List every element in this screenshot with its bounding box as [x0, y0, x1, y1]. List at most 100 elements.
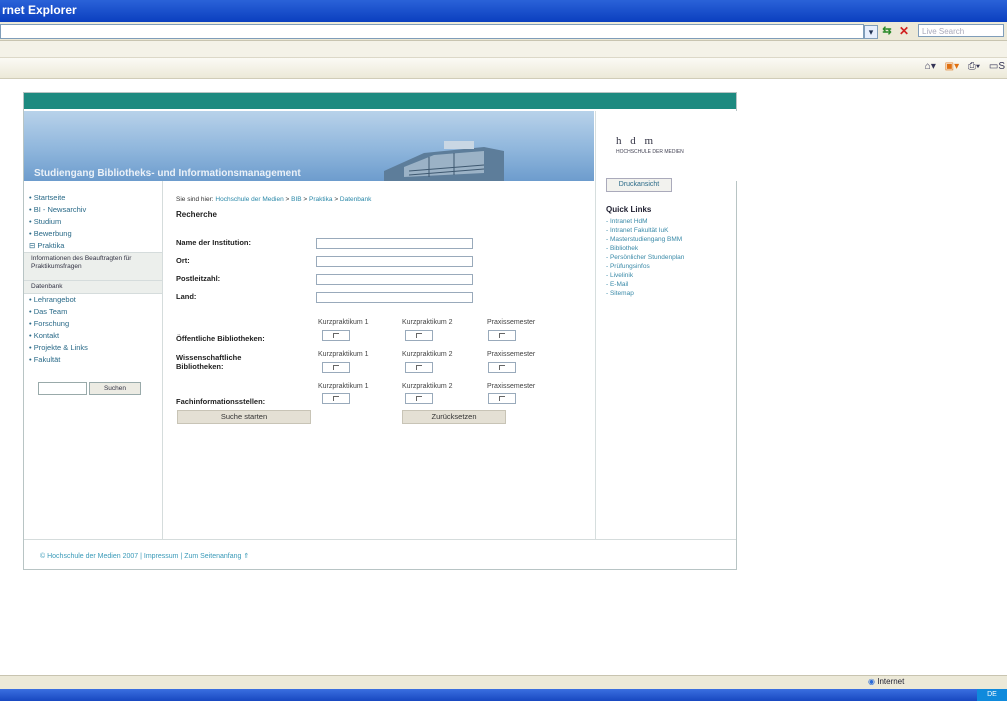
feeds-icon[interactable]: ▣▾: [945, 61, 959, 72]
status-zone-label: Internet: [877, 677, 905, 686]
sidebar-subitem-datenbank[interactable]: Datenbank: [24, 280, 162, 294]
breadcrumb-hdm[interactable]: Hochschule der Medien: [215, 196, 283, 203]
print-view-button[interactable]: Druckansicht: [606, 178, 672, 192]
favorites-bar: [0, 41, 1007, 58]
refresh-icon[interactable]: ⇆: [880, 25, 894, 37]
fachinformationsstellen-label: Fachinformationsstellen:: [176, 397, 266, 406]
dropdown-arrow-icon[interactable]: ▾: [864, 25, 878, 39]
breadcrumb-praktika[interactable]: Praktika: [309, 196, 332, 203]
sidebar-item-praktika[interactable]: ⊟ Praktika: [29, 241, 64, 250]
logo-area: h d m HOCHSCHULE DER MEDIEN: [595, 111, 737, 181]
oeffentliche-bibliotheken-label: Öffentliche Bibliotheken:: [176, 334, 265, 343]
window-title: rnet Explorer: [2, 3, 77, 17]
address-bar: ▾ ⇆ ✕ Live Search: [0, 22, 1007, 41]
column-header-praxissemester: Praxissemester: [487, 383, 536, 390]
ort-label: Ort:: [176, 256, 190, 265]
search-submit-button[interactable]: Suche starten: [177, 410, 311, 424]
institution-input[interactable]: [316, 238, 473, 249]
home-icon[interactable]: ⌂▾: [925, 61, 936, 72]
breadcrumb-separator: >: [285, 196, 290, 203]
checkbox-wiss-kurz2[interactable]: [405, 362, 433, 373]
breadcrumb-datenbank[interactable]: Datenbank: [340, 196, 371, 203]
sidebar-item-kontakt[interactable]: • Kontakt: [29, 331, 59, 340]
page-icon[interactable]: ▭S: [989, 61, 1005, 72]
top-band: [24, 93, 736, 109]
wissenschaftliche-bibliotheken-label: Wissenschaftliche Bibliotheken:: [176, 353, 242, 371]
quick-link-intranet-iuk[interactable]: - Intranet Fakultät IuK: [606, 227, 669, 234]
sidebar-item-studium[interactable]: • Studium: [29, 217, 61, 226]
web-page: Studiengang Bibliotheks- und Information…: [23, 92, 737, 570]
banner-title: Studiengang Bibliotheks- und Information…: [34, 168, 301, 179]
land-label: Land:: [176, 292, 197, 301]
system-tray[interactable]: DE: [977, 689, 1007, 701]
main-content: Sie sind hier: Hochschule der Medien > B…: [176, 181, 596, 539]
column-header-kurzpraktikum-2: Kurzpraktikum 2: [402, 319, 453, 326]
quick-link-bibliothek[interactable]: - Bibliothek: [606, 245, 638, 252]
windows-taskbar: DE: [0, 689, 1007, 701]
checkbox-oeff-kurz1[interactable]: [322, 330, 350, 341]
quick-link-sitemap[interactable]: - Sitemap: [606, 290, 634, 297]
hdm-logo[interactable]: h d m: [616, 135, 656, 147]
column-header-kurzpraktikum-2: Kurzpraktikum 2: [402, 351, 453, 358]
quick-link-pruefungsinfos[interactable]: - Prüfungsinfos: [606, 263, 650, 270]
page-footer: © Hochschule der Medien 2007 | Impressum…: [24, 539, 736, 570]
address-input[interactable]: [0, 24, 864, 39]
quick-link-master-bmm[interactable]: - Masterstudiengang BMM: [606, 236, 682, 243]
page-title: Recherche: [176, 210, 217, 219]
checkbox-fach-praxis[interactable]: [488, 393, 516, 404]
hdm-logo-subtitle: HOCHSCHULE DER MEDIEN: [616, 149, 684, 155]
language-indicator[interactable]: DE: [987, 691, 997, 698]
breadcrumb-separator: >: [334, 196, 339, 203]
column-header-kurzpraktikum-1: Kurzpraktikum 1: [318, 383, 369, 390]
site-search-input[interactable]: [38, 382, 87, 395]
page-content: • Startseite • BI - Newsarchiv • Studium…: [24, 181, 736, 539]
institution-label: Name der Institution:: [176, 238, 252, 247]
sidebar-item-projekte[interactable]: • Projekte & Links: [29, 343, 88, 352]
breadcrumb-bib[interactable]: BIB: [291, 196, 301, 203]
checkbox-wiss-praxis[interactable]: [488, 362, 516, 373]
checkbox-fach-kurz2[interactable]: [405, 393, 433, 404]
column-header-kurzpraktikum-1: Kurzpraktikum 1: [318, 351, 369, 358]
postleitzahl-input[interactable]: [316, 274, 473, 285]
sidebar-item-startseite[interactable]: • Startseite: [29, 193, 65, 202]
print-icon[interactable]: ⎙▾: [968, 61, 980, 72]
live-search-input[interactable]: Live Search: [918, 24, 1004, 37]
quick-link-livelinik[interactable]: - Livelinik: [606, 272, 633, 279]
command-toolbar: ⌂▾ ▣▾ ⎙▾ ▭S: [0, 58, 1007, 79]
sidebar-item-bewerbung[interactable]: • Bewerbung: [29, 229, 72, 238]
sidebar-subitem-label: Datenbank: [31, 283, 63, 290]
column-header-kurzpraktikum-1: Kurzpraktikum 1: [318, 319, 369, 326]
checkbox-fach-kurz1[interactable]: [322, 393, 350, 404]
checkbox-oeff-praxis[interactable]: [488, 330, 516, 341]
breadcrumb: Sie sind hier: Hochschule der Medien > B…: [176, 196, 371, 203]
sidebar-item-lehrangebot[interactable]: • Lehrangebot: [29, 295, 76, 304]
quick-links-panel: Quick Links - Intranet HdM - Intranet Fa…: [595, 181, 737, 539]
sidebar-item-newsarchiv[interactable]: • BI - Newsarchiv: [29, 205, 86, 214]
window-titlebar: rnet Explorer: [0, 0, 1007, 22]
sidebar-nav: • Startseite • BI - Newsarchiv • Studium…: [24, 181, 163, 539]
breadcrumb-separator: >: [303, 196, 308, 203]
ort-input[interactable]: [316, 256, 473, 267]
building-image: [384, 141, 504, 181]
reset-button[interactable]: Zurücksetzen: [402, 410, 506, 424]
postleitzahl-label: Postleitzahl:: [176, 274, 221, 283]
quick-link-stundenplan[interactable]: - Persönlicher Stundenplan: [606, 254, 684, 261]
sidebar-item-forschung[interactable]: • Forschung: [29, 319, 69, 328]
breadcrumb-prefix: Sie sind hier:: [176, 196, 214, 203]
quick-link-email[interactable]: - E-Mail: [606, 281, 628, 288]
checkbox-oeff-kurz2[interactable]: [405, 330, 433, 341]
sidebar-subitem-label: Informationen des Beauftragten für Prakt…: [31, 255, 132, 270]
sidebar-item-fakultaet[interactable]: • Fakultät: [29, 355, 60, 364]
checkbox-wiss-kurz1[interactable]: [322, 362, 350, 373]
footer-links[interactable]: © Hochschule der Medien 2007 | Impressum…: [40, 552, 249, 560]
globe-icon: ◉: [868, 677, 875, 686]
internet-zone-indicator: ◉ Internet: [868, 677, 904, 686]
stop-icon[interactable]: ✕: [897, 25, 911, 37]
quick-link-intranet-hdm[interactable]: - Intranet HdM: [606, 218, 648, 225]
sidebar-subitem-informationen[interactable]: Informationen des Beauftragten für Prakt…: [24, 252, 162, 282]
status-bar: ◉ Internet: [0, 675, 1007, 689]
quick-links-title: Quick Links: [606, 205, 652, 214]
site-search-button[interactable]: Suchen: [89, 382, 141, 395]
sidebar-item-team[interactable]: • Das Team: [29, 307, 67, 316]
land-input[interactable]: [316, 292, 473, 303]
